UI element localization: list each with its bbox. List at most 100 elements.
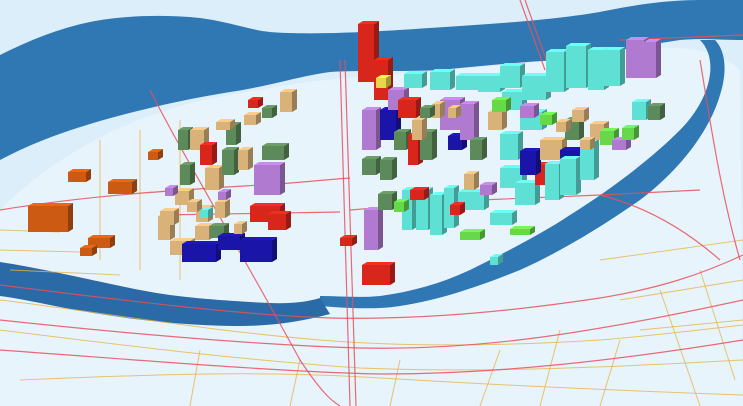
building-front	[520, 151, 536, 175]
building-front	[450, 205, 460, 215]
building[interactable]	[556, 119, 571, 132]
building-front	[362, 110, 376, 150]
building[interactable]	[448, 105, 461, 118]
building[interactable]	[340, 235, 357, 246]
building-front	[490, 257, 498, 265]
building[interactable]	[268, 211, 291, 230]
building-front	[182, 244, 216, 262]
building[interactable]	[644, 39, 661, 78]
building-front	[254, 165, 280, 195]
building[interactable]	[572, 107, 589, 122]
building[interactable]	[520, 103, 539, 118]
building[interactable]	[362, 156, 381, 175]
building[interactable]	[410, 187, 429, 200]
building[interactable]	[566, 43, 591, 88]
building-front	[205, 168, 219, 190]
building[interactable]	[108, 179, 137, 194]
building-front	[28, 206, 68, 232]
building[interactable]	[68, 169, 91, 182]
building[interactable]	[460, 101, 479, 140]
building[interactable]	[464, 171, 479, 190]
building-front	[580, 140, 590, 150]
building-front	[612, 140, 626, 150]
building[interactable]	[364, 207, 383, 250]
building[interactable]	[488, 109, 507, 130]
building[interactable]	[480, 182, 497, 195]
building-front	[464, 174, 474, 190]
building[interactable]	[604, 47, 625, 86]
building[interactable]	[470, 137, 487, 160]
building[interactable]	[420, 105, 435, 118]
building[interactable]	[216, 119, 235, 130]
building-front	[68, 172, 86, 182]
building[interactable]	[380, 157, 397, 180]
building[interactable]	[560, 156, 581, 195]
building[interactable]	[182, 241, 221, 262]
building-front	[380, 110, 396, 140]
building[interactable]	[500, 131, 523, 160]
building[interactable]	[362, 262, 395, 285]
building[interactable]	[580, 137, 595, 150]
building[interactable]	[490, 210, 517, 225]
building-front	[588, 50, 604, 90]
building[interactable]	[622, 125, 639, 140]
building[interactable]	[262, 105, 277, 118]
building[interactable]	[500, 63, 525, 88]
map-view[interactable]	[0, 0, 743, 406]
building[interactable]	[28, 203, 73, 232]
building[interactable]	[205, 165, 224, 190]
building[interactable]	[398, 97, 421, 118]
building[interactable]	[540, 112, 557, 125]
building[interactable]	[240, 237, 277, 262]
building[interactable]	[280, 89, 297, 112]
building[interactable]	[520, 148, 541, 175]
building-side	[378, 207, 383, 250]
building-front	[362, 159, 376, 175]
building-front	[268, 214, 286, 230]
building-front	[488, 112, 502, 130]
building[interactable]	[254, 162, 285, 195]
building[interactable]	[234, 221, 247, 234]
building-front	[218, 236, 240, 250]
building[interactable]	[404, 71, 427, 88]
building-front	[492, 100, 506, 112]
building[interactable]	[412, 117, 427, 140]
building-front	[410, 190, 424, 200]
map-canvas[interactable]	[0, 0, 743, 406]
building[interactable]	[510, 226, 535, 235]
building[interactable]	[80, 245, 97, 256]
building-side	[502, 109, 507, 130]
building[interactable]	[376, 75, 391, 88]
building[interactable]	[244, 112, 261, 125]
building-roof	[362, 262, 395, 265]
building-front	[460, 232, 480, 240]
building[interactable]	[248, 97, 263, 108]
building-front	[244, 115, 256, 125]
building[interactable]	[187, 199, 202, 212]
building-front	[600, 131, 614, 145]
building[interactable]	[262, 143, 289, 160]
building-front	[378, 194, 392, 210]
building[interactable]	[362, 107, 381, 150]
building[interactable]	[450, 202, 465, 215]
building[interactable]	[430, 69, 455, 90]
building[interactable]	[200, 142, 217, 165]
building-front	[545, 164, 559, 200]
building[interactable]	[160, 208, 179, 225]
building-roof	[108, 179, 137, 182]
building[interactable]	[238, 147, 253, 170]
building-front	[248, 100, 258, 108]
building[interactable]	[180, 162, 195, 185]
building[interactable]	[222, 147, 239, 175]
building[interactable]	[546, 49, 569, 92]
building-side	[286, 211, 291, 230]
building[interactable]	[648, 103, 665, 120]
building-side	[174, 208, 179, 225]
building-front	[262, 108, 272, 118]
building[interactable]	[492, 97, 511, 112]
building-front	[398, 100, 416, 118]
building-front	[200, 145, 212, 165]
building[interactable]	[394, 199, 409, 212]
building[interactable]	[215, 199, 230, 218]
building[interactable]	[460, 229, 485, 240]
